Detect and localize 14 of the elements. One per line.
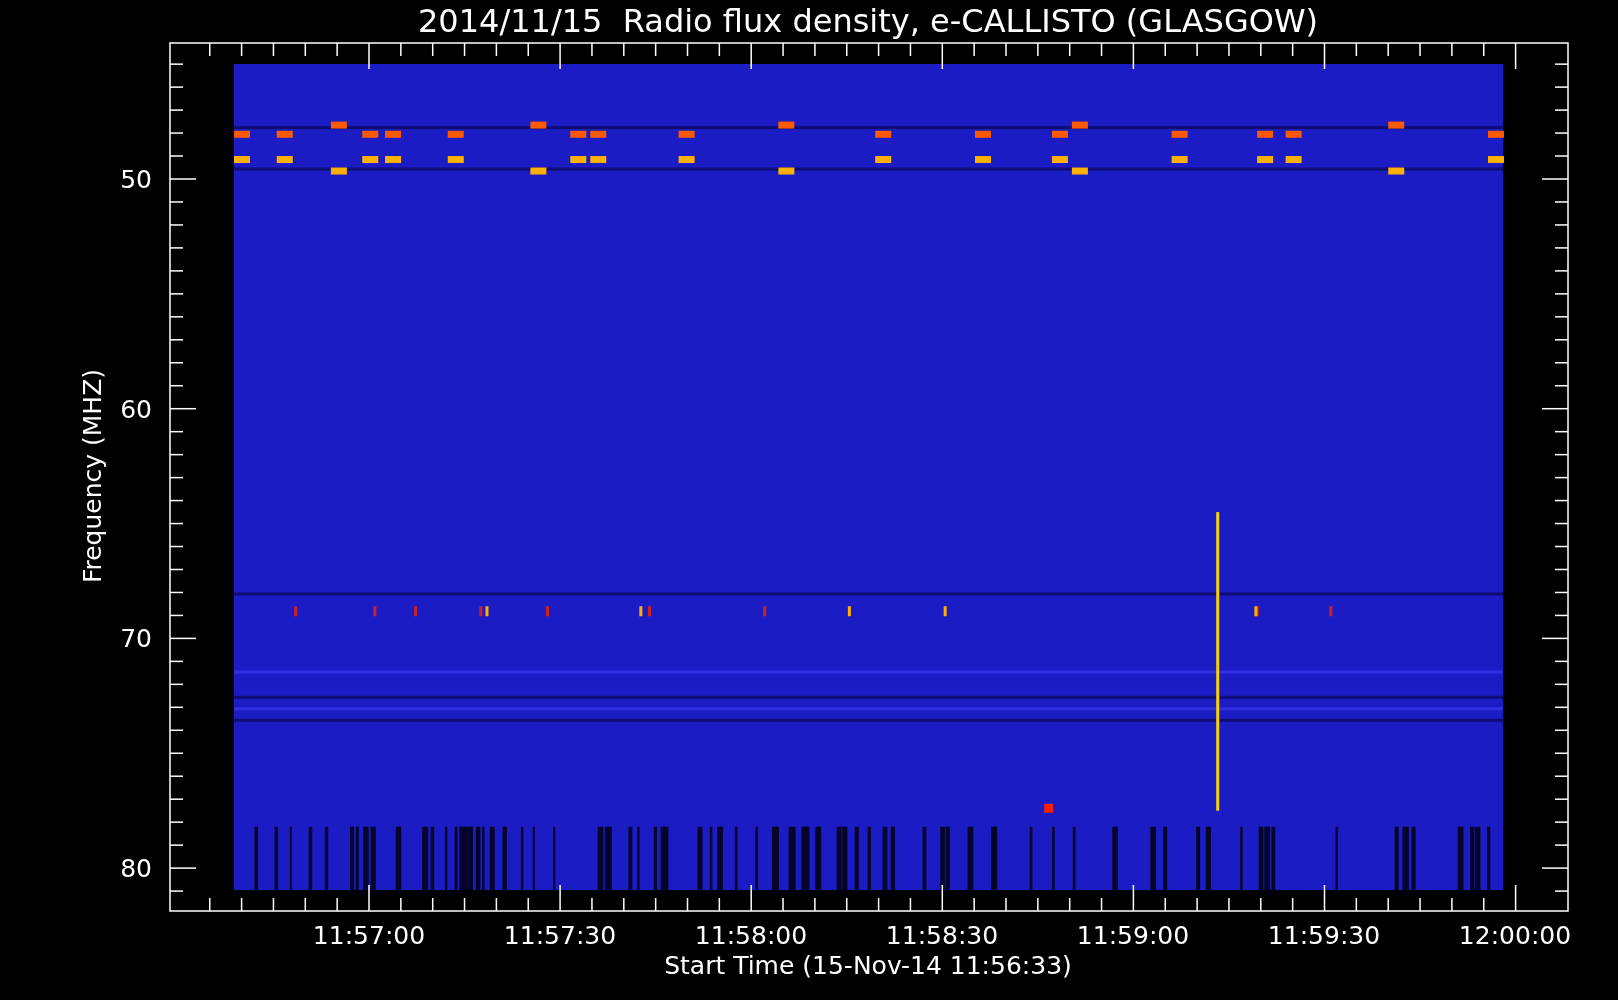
x-tick-label: 11:58:30	[885, 921, 999, 950]
x-axis-label: Start Time (15-Nov-14 11:56:33)	[664, 951, 1072, 980]
x-tick-label: 12:00:00	[1458, 921, 1572, 950]
x-tick-label: 11:58:00	[694, 921, 808, 950]
y-tick-label: 60	[120, 394, 152, 424]
y-tick-label: 50	[120, 165, 152, 194]
x-tick-label: 11:59:00	[1076, 921, 1190, 950]
y-tick-label: 70	[120, 624, 152, 654]
y-axis-label: Frequency (MHZ)	[78, 368, 107, 584]
x-tick-label: 11:59:30	[1267, 921, 1381, 950]
plot-title: 2014/11/15 Radio flux density, e-CALLISTO (GLASGOW)	[418, 2, 1318, 40]
y-tick-label: 80	[120, 854, 152, 884]
x-tick-label: 11:57:00	[312, 921, 426, 950]
x-tick-label: 11:57:30	[503, 921, 617, 950]
